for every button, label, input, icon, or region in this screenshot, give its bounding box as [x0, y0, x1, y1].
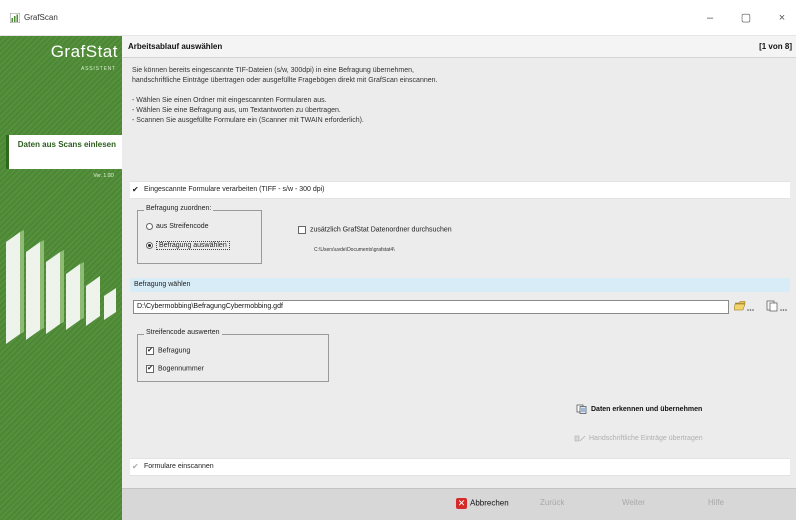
survey-file-input[interactable]: D:\Cybermobbing\BefragungCybermobbing.gd…: [133, 300, 729, 314]
group-legend: Befragung zuordnen:: [144, 205, 214, 212]
close-icon: ✕: [456, 498, 467, 509]
barcode-sheetnumber-checkbox[interactable]: ✔ Bogennummer: [146, 365, 204, 373]
open-folder-button[interactable]: [733, 300, 758, 314]
radio-from-barcode[interactable]: aus Streifencode: [146, 223, 209, 237]
search-datafolder-checkbox[interactable]: zusätzlich GrafStat Datenordner durchsuc…: [298, 226, 452, 234]
datafolder-path: C:\Users\uvde\Documents\grafstat4\: [314, 247, 395, 253]
bar-graph-illustration: [6, 230, 116, 344]
section-label: Formulare einscannen: [144, 463, 214, 470]
scan-documents-icon: [576, 404, 587, 414]
close-button[interactable]: ×: [770, 10, 794, 26]
action-label: Handschriftliche Einträge übertragen: [589, 434, 703, 442]
sidebar-item-label: Daten aus Scans einlesen: [17, 140, 116, 149]
transfer-handwriting-button: Handschriftliche Einträge übertragen: [574, 433, 703, 443]
select-survey-band: Befragung wählen: [130, 278, 790, 292]
step-header: Arbeitsablauf auswählen [1 von 8]: [122, 36, 796, 58]
document-icon: [766, 300, 787, 312]
description-bullet: - Wählen Sie einen Ordner mit eingescann…: [132, 97, 327, 104]
sidebar-item-scan-import[interactable]: Daten aus Scans einlesen: [6, 135, 122, 169]
description-line: handschriftliche Einträge übertragen ode…: [132, 77, 438, 84]
description-line: Sie können bereits eingescannte TIF-Date…: [132, 67, 414, 74]
barcode-survey-checkbox[interactable]: ✔ Befragung: [146, 347, 190, 355]
checkmark-icon: ✔: [132, 185, 139, 194]
next-button: Weiter: [622, 498, 645, 507]
description-bullet: - Scannen Sie ausgefüllte Formulare ein …: [132, 117, 364, 124]
radio-label: Befragung auswählen: [156, 241, 230, 250]
checkbox-label: zusätzlich GrafStat Datenordner durchsuc…: [310, 226, 452, 234]
window-titlebar: GrafScan – ▢ ×: [0, 0, 796, 36]
folder-open-icon: [733, 301, 754, 311]
section-scan-forms[interactable]: ✔ Formulare einscannen: [130, 458, 790, 476]
help-button: Hilfe: [708, 498, 725, 507]
recognize-data-button[interactable]: Daten erkennen und übernehmen: [576, 404, 702, 414]
action-label: Daten erkennen und übernehmen: [591, 405, 703, 413]
maximize-button[interactable]: ▢: [734, 10, 758, 26]
wizard-footer: ✕ Abbrechen Zurück Weiter Hilfe: [122, 488, 796, 520]
radio-selected-icon: [146, 242, 153, 249]
checkmark-icon: ✔: [132, 462, 139, 471]
description-text: Sie können bereits eingescannte TIF-Date…: [132, 66, 772, 126]
band-label: Befragung wählen: [134, 281, 191, 288]
main-panel: Arbeitsablauf auswählen [1 von 8] Sie kö…: [122, 36, 796, 520]
checkbox-icon: [298, 226, 306, 234]
radio-label: aus Streifencode: [156, 223, 209, 230]
assign-survey-group: Befragung zuordnen: aus Streifencode Bef…: [137, 205, 262, 264]
radio-select-survey[interactable]: Befragung auswählen: [146, 241, 230, 256]
grafscan-app-icon: [10, 13, 20, 23]
handwriting-icon: [574, 435, 586, 442]
checkbox-checked-icon: ✔: [146, 347, 154, 355]
brand-subtitle: ASSISTENT: [81, 66, 116, 72]
back-button: Zurück: [540, 498, 565, 507]
cancel-button[interactable]: ✕ Abbrechen: [456, 498, 509, 509]
section-label: Eingescannte Formulare verarbeiten (TIFF…: [144, 186, 325, 193]
radio-icon: [146, 223, 153, 230]
minimize-button[interactable]: –: [698, 10, 722, 26]
page-title: Arbeitsablauf auswählen: [128, 42, 223, 51]
barcode-evaluation-group: Streifencode auswerten ✔ Befragung ✔ Bogen…: [137, 329, 329, 382]
version-label: Ver. 1.0D: [93, 173, 114, 179]
group-legend: Streifencode auswerten: [144, 329, 222, 336]
checkbox-checked-icon: ✔: [146, 365, 154, 373]
description-bullet: - Wählen Sie eine Befragung aus, um Text…: [132, 107, 341, 114]
brand-name: GrafStat: [50, 42, 118, 61]
checkbox-label: Befragung: [158, 347, 191, 355]
checkbox-label: Bogennummer: [158, 365, 204, 373]
new-file-button[interactable]: [766, 300, 790, 314]
cancel-label: Abbrechen: [470, 498, 509, 508]
section-process-scanned-forms[interactable]: ✔ Eingescannte Formulare verarbeiten (TI…: [130, 181, 790, 199]
window-title: GrafScan: [24, 13, 58, 22]
sidebar: GrafStat ASSISTENT Daten aus Scans einle…: [0, 36, 122, 520]
step-counter: [1 von 8]: [759, 42, 792, 51]
